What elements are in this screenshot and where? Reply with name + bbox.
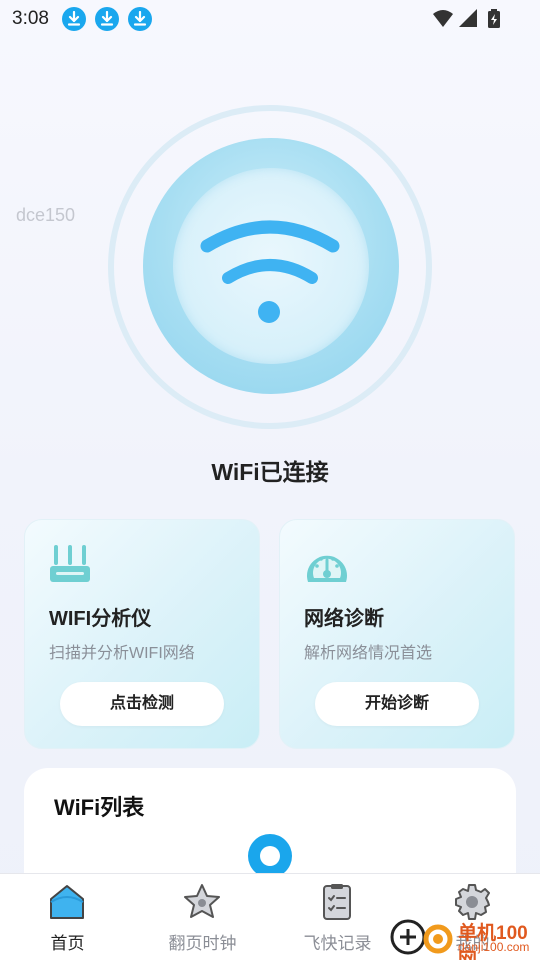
- star-icon: [184, 884, 220, 918]
- wifi-icon: [200, 220, 340, 323]
- speedometer-icon: [307, 555, 347, 582]
- tab-label: 首页: [50, 934, 85, 953]
- tab-label: 飞快记录: [303, 934, 372, 953]
- wifi-signal-icon: [433, 10, 453, 27]
- system-status-icons: [433, 9, 500, 28]
- tab-home[interactable]: 首页: [0, 874, 135, 960]
- card-description: 解析网络情况首选: [304, 645, 433, 662]
- watermark-logo-icon: [390, 919, 453, 955]
- network-diagnosis-card[interactable]: 网络诊断 解析网络情况首选 开始诊断: [279, 519, 515, 749]
- battery-charging-icon: [488, 9, 500, 28]
- watermark-url: danji100.com: [458, 940, 530, 954]
- checklist-icon: [323, 884, 351, 920]
- cell-signal-icon: [459, 9, 477, 27]
- card-title: WIFI分析仪: [49, 608, 152, 630]
- connection-status-text: WiFi已连接: [211, 459, 329, 485]
- start-diagnosis-button[interactable]: 开始诊断: [315, 682, 479, 726]
- wifi-analyzer-card[interactable]: WIFI分析仪 扫描并分析WIFI网络 点击检测: [24, 519, 260, 749]
- card-title: 网络诊断: [304, 608, 384, 630]
- home-icon: [50, 885, 84, 919]
- tab-quick-record[interactable]: 飞快记录: [270, 874, 405, 960]
- download-icon: [128, 7, 152, 31]
- router-icon: [50, 545, 90, 582]
- tab-label: 翻页时钟: [168, 934, 237, 953]
- status-time: 3:08: [12, 8, 49, 29]
- download-icon: [62, 7, 86, 31]
- card-description: 扫描并分析WIFI网络: [49, 645, 195, 662]
- loading-spinner-icon: [248, 834, 292, 878]
- wifi-list-title: WiFi列表: [54, 795, 145, 820]
- status-bar: 3:08: [0, 0, 540, 38]
- download-icon: [95, 7, 119, 31]
- device-id-label: dce150: [16, 205, 76, 225]
- tab-flip-clock[interactable]: 翻页时钟: [135, 874, 270, 960]
- start-scan-button[interactable]: 点击检测: [60, 682, 224, 726]
